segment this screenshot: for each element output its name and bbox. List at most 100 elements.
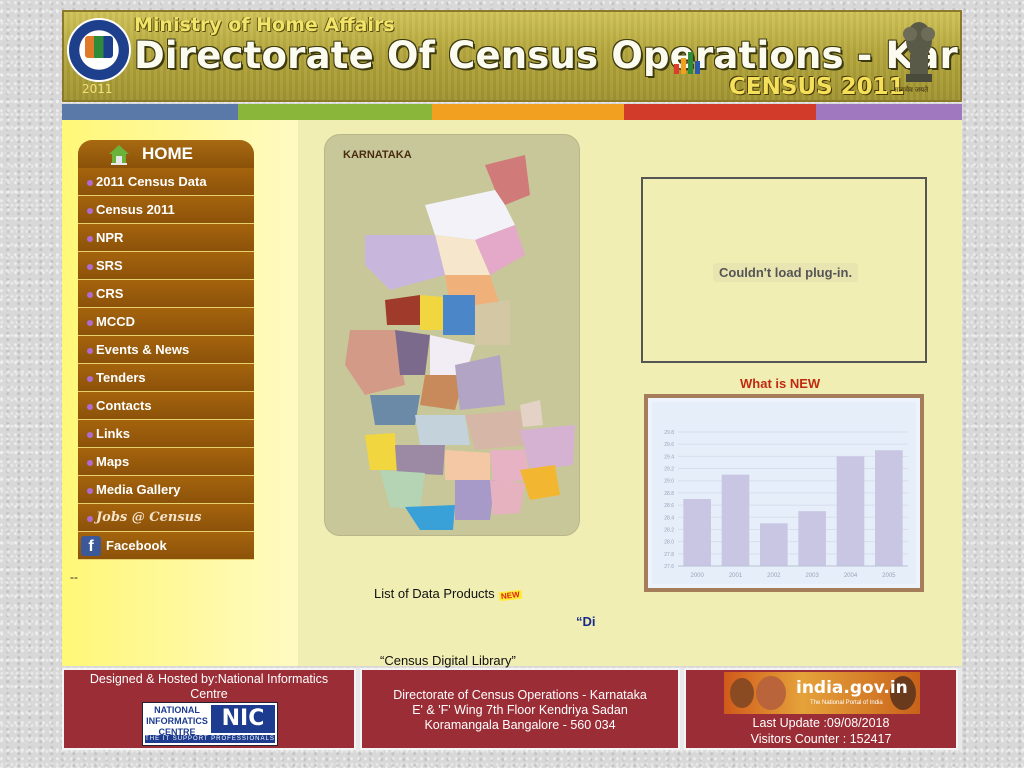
bar [836, 456, 865, 566]
y-tick-label: 28.8 [664, 491, 674, 497]
bar [798, 511, 826, 566]
list-data-products-link[interactable]: List of Data Products NEW [374, 586, 522, 602]
india-gov-subtitle: The National Portal of India [810, 700, 883, 706]
bullet-icon [87, 404, 93, 410]
menu-item-maps[interactable]: Maps [78, 448, 254, 476]
y-tick-label: 29.8 [664, 430, 674, 436]
emblem-caption: सत्यमेव जयते [894, 87, 929, 94]
left-dashes: -- [70, 570, 78, 584]
footer-address: Directorate of Census Operations - Karna… [360, 668, 680, 750]
home-icon [109, 145, 129, 165]
menu-item-label: Jobs @ Census [96, 510, 202, 525]
nic-logo-right-text: NIC [211, 705, 275, 733]
plugin-error-message: Couldn't load plug-in. [713, 263, 859, 282]
bullet-icon [87, 516, 93, 522]
color-stripe [62, 104, 962, 120]
site-header: 2011 Ministry of Home Affairs Directorat… [62, 10, 962, 102]
census-india-logo-icon[interactable] [67, 18, 131, 82]
y-tick-label: 28.0 [664, 540, 674, 546]
menu-item-contacts[interactable]: Contacts [78, 392, 254, 420]
y-tick-label: 27.6 [664, 564, 674, 570]
map-title: KARNATAKA [343, 149, 412, 161]
site-footer: Designed & Hosted by:National Informatic… [62, 668, 962, 750]
menu-item-label: Maps [96, 454, 130, 469]
india-gov-title: india.gov.in [796, 678, 908, 698]
menu-item-crs[interactable]: CRS [78, 280, 254, 308]
menu-item-tenders[interactable]: Tenders [78, 364, 254, 392]
x-tick-label: 2000 [690, 573, 704, 579]
menu-item-label: Tenders [96, 370, 146, 385]
address-line-2: E' & 'F' Wing 7th Floor Kendriya Sadan [412, 703, 628, 717]
chart-frame: 29.8 29.6 29.4 29.2 29.0 28.8 28.6 28.4 28.2 28.0… [644, 394, 924, 592]
bar [683, 499, 711, 566]
stripe-segment [238, 104, 432, 120]
karnataka-map-image [345, 155, 575, 530]
bullet-icon [87, 460, 93, 466]
menu-item-links[interactable]: Links [78, 420, 254, 448]
bullet-icon [87, 488, 93, 494]
menu-item-mccd[interactable]: MCCD [78, 308, 254, 336]
main-menu: HOME 2011 Census Data Census 2011 NPR SR… [78, 140, 254, 560]
designed-hosted-text: Designed & Hosted by:National Informatic… [89, 672, 329, 701]
menu-item-facebook[interactable]: f Facebook [78, 532, 254, 560]
scrolling-marquee[interactable]: “Di [576, 614, 600, 629]
bullet-icon [87, 208, 93, 214]
main-content: HOME 2011 Census Data Census 2011 NPR SR… [62, 120, 962, 668]
banner-face-icon [756, 676, 786, 710]
menu-item-jobs-census[interactable]: Jobs @ Census [78, 504, 254, 532]
x-tick-label: 2004 [844, 573, 858, 579]
bullet-icon [87, 376, 93, 382]
bullet-icon [87, 320, 93, 326]
stripe-segment [432, 104, 624, 120]
list-data-products-label: List of Data Products [374, 586, 495, 601]
y-tick-label: 29.4 [664, 454, 674, 460]
banner-face-icon [730, 678, 754, 708]
bar [875, 450, 903, 566]
stripe-segment [816, 104, 962, 120]
national-emblem-icon [903, 22, 935, 82]
x-tick-label: 2002 [767, 573, 781, 579]
facebook-icon: f [81, 536, 101, 556]
menu-item-label: 2011 Census Data [96, 174, 207, 189]
karnataka-map[interactable]: KARNATAKA [324, 134, 580, 536]
menu-item-2011-census-data[interactable]: 2011 Census Data [78, 168, 254, 196]
nic-logo-strip-text: THE IT SUPPORT PROFESSIONALS [145, 735, 275, 743]
bar-chart: 29.8 29.6 29.4 29.2 29.0 28.8 28.6 28.4 28.2 28.0… [652, 402, 916, 584]
menu-item-label: MCCD [96, 314, 135, 329]
census-2011-label: CENSUS 2011 [729, 74, 905, 100]
y-tick-label: 28.6 [664, 503, 674, 509]
last-update: Last Update :09/08/2018 [752, 716, 890, 730]
bullet-icon [87, 292, 93, 298]
menu-item-srs[interactable]: SRS [78, 252, 254, 280]
menu-home-label: HOME [142, 144, 193, 163]
footer-hosting: Designed & Hosted by:National Informatic… [62, 668, 356, 750]
menu-item-label: Media Gallery [96, 482, 181, 497]
nic-logo-icon[interactable]: NATIONAL INFORMATICS CENTRE NIC THE IT S… [142, 702, 278, 746]
bar-chart-icon [674, 48, 702, 74]
bullet-icon [87, 348, 93, 354]
new-badge-icon: NEW [498, 589, 522, 602]
whats-new-heading[interactable]: What is NEW [740, 376, 820, 391]
y-tick-label: 27.8 [664, 552, 674, 558]
menu-item-media-gallery[interactable]: Media Gallery [78, 476, 254, 504]
plugin-frame[interactable]: Couldn't load plug-in. [641, 177, 927, 363]
bullet-icon [87, 264, 93, 270]
bullet-icon [87, 236, 93, 242]
footer-info: india.gov.in The National Portal of Indi… [684, 668, 958, 750]
bar [760, 523, 788, 566]
nic-logo-left-text: NATIONAL INFORMATICS CENTRE [146, 705, 208, 737]
ministry-name: Ministry of Home Affairs [134, 14, 395, 36]
menu-item-npr[interactable]: NPR [78, 224, 254, 252]
menu-item-events-news[interactable]: Events & News [78, 336, 254, 364]
y-tick-label: 29.2 [664, 467, 674, 473]
visitors-counter: Visitors Counter : 152417 [750, 732, 892, 746]
census-digital-library-link[interactable]: “Census Digital Library” [380, 653, 516, 668]
y-tick-label: 29.6 [664, 442, 674, 448]
menu-item-label: SRS [96, 258, 123, 273]
menu-item-label: Census 2011 [96, 202, 175, 217]
y-tick-label: 28.4 [664, 515, 674, 521]
logo-year: 2011 [82, 82, 113, 96]
menu-home[interactable]: HOME [78, 140, 254, 168]
menu-item-census-2011[interactable]: Census 2011 [78, 196, 254, 224]
india-gov-banner[interactable]: india.gov.in The National Portal of Indi… [724, 672, 920, 714]
